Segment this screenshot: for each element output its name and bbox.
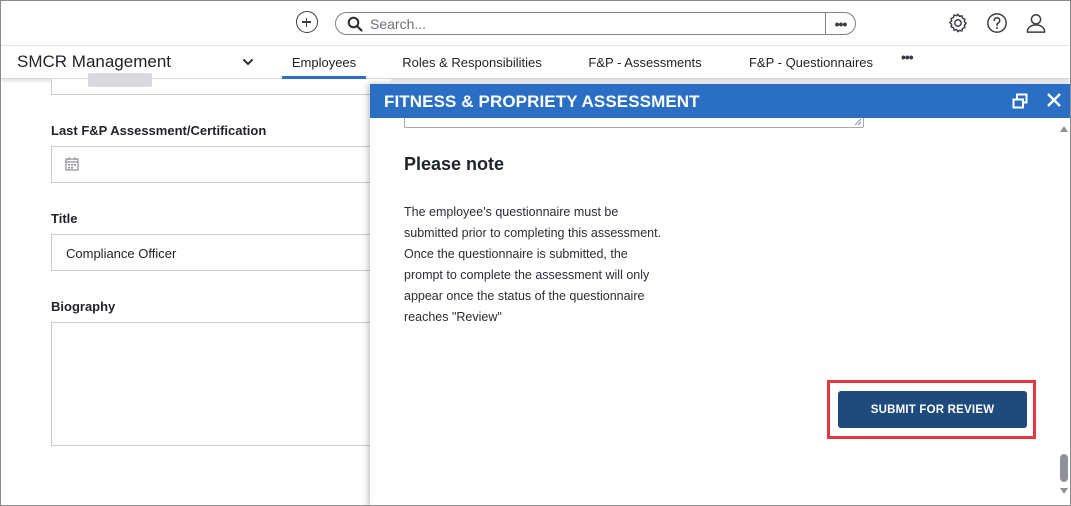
biography-label: Biography xyxy=(51,299,116,314)
gear-icon[interactable] xyxy=(947,12,969,34)
close-icon[interactable] xyxy=(1046,92,1062,108)
tab-employees[interactable]: Employees xyxy=(282,46,366,79)
last-assessment-label: Last F&P Assessment/Certification xyxy=(51,123,267,138)
tag-chip xyxy=(88,73,152,87)
question-circle-icon[interactable] xyxy=(986,12,1008,34)
resize-grip-icon[interactable] xyxy=(854,118,862,126)
note-heading: Please note xyxy=(404,154,505,174)
note-line: Once the questionnaire is submitted, the xyxy=(404,247,628,261)
plus-circle-icon[interactable] xyxy=(296,11,318,33)
title-value: Compliance Officer xyxy=(66,246,177,261)
search-icon xyxy=(347,16,363,32)
chevron-down-icon[interactable] xyxy=(242,58,254,66)
biography-field[interactable] xyxy=(51,322,391,446)
note-line: prompt to complete the assessment will o… xyxy=(404,268,650,282)
app-name[interactable]: SMCR Management xyxy=(17,52,171,72)
tab-fp-questionnaires[interactable]: F&P - Questionnaires xyxy=(740,46,882,79)
scroll-down-icon[interactable] xyxy=(1060,488,1068,494)
app-window: ••• SMCR Management Employees Roles & Re… xyxy=(0,0,1071,506)
user-icon[interactable] xyxy=(1025,12,1047,34)
last-assessment-date-field[interactable] xyxy=(51,146,391,183)
popout-icon[interactable] xyxy=(1012,93,1028,109)
tab-bar: SMCR Management Employees Roles & Respon… xyxy=(1,46,1070,79)
scroll-up-icon[interactable] xyxy=(1060,126,1068,132)
search-box[interactable]: ••• xyxy=(335,12,856,35)
employee-form: Last F&P Assessment/Certification Title … xyxy=(1,73,401,505)
submit-for-review-button[interactable]: SUBMIT FOR REVIEW xyxy=(838,391,1027,428)
title-field[interactable]: Compliance Officer xyxy=(51,234,391,271)
more-tabs-icon[interactable]: ••• xyxy=(901,49,914,65)
modal-body: Please note The employee's questionnaire… xyxy=(370,118,1056,505)
top-bar: ••• xyxy=(1,1,1070,46)
note-text: The employee's questionnaire must be sub… xyxy=(404,202,704,328)
tab-fp-assessments[interactable]: F&P - Assessments xyxy=(579,46,711,79)
roles-field[interactable] xyxy=(51,73,391,95)
note-line: submitted prior to completing this asses… xyxy=(404,226,662,240)
modal-title: FITNESS & PROPRIETY ASSESSMENT xyxy=(384,92,700,111)
modal-header: FITNESS & PROPRIETY ASSESSMENT xyxy=(370,84,1070,118)
scroll-thumb[interactable] xyxy=(1060,454,1068,482)
tab-roles-responsibilities[interactable]: Roles & Responsibilities xyxy=(393,46,551,79)
note-line: appear once the status of the questionna… xyxy=(404,289,645,303)
note-line: The employee's questionnaire must be xyxy=(404,205,619,219)
comments-textarea[interactable] xyxy=(404,118,864,128)
modal-scrollbar[interactable] xyxy=(1056,118,1070,505)
search-options-button[interactable]: ••• xyxy=(825,13,855,34)
calendar-icon[interactable] xyxy=(65,157,79,171)
search-input[interactable] xyxy=(370,15,850,33)
fp-assessment-modal: FITNESS & PROPRIETY ASSESSMENT Please no… xyxy=(370,84,1070,505)
note-line: reaches "Review" xyxy=(404,310,502,324)
title-label: Title xyxy=(51,211,78,226)
